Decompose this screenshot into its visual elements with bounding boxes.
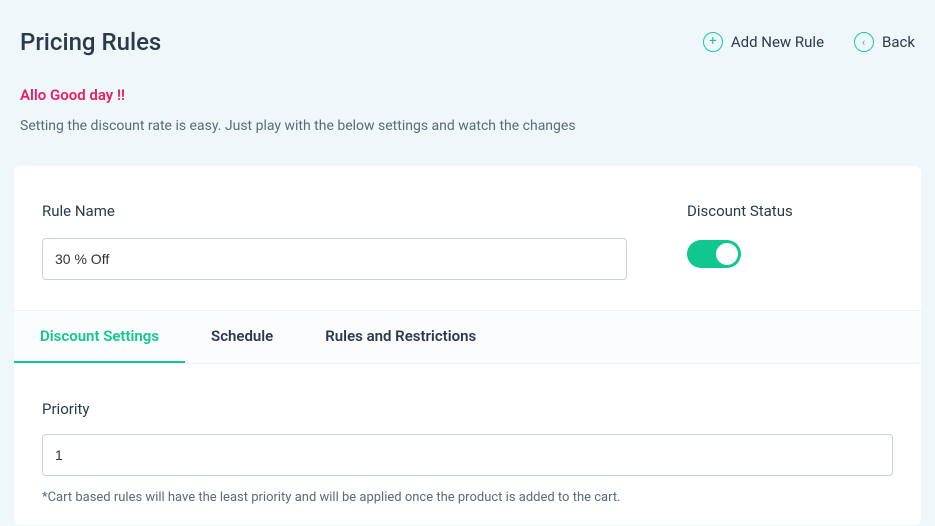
header-actions: + Add New Rule ‹ Back [703,32,915,52]
intro-subtext: Setting the discount rate is easy. Just … [0,104,935,134]
priority-label: Priority [42,400,893,418]
tabs: Discount Settings Schedule Rules and Res… [14,310,921,364]
tab-schedule[interactable]: Schedule [185,311,299,363]
discount-status-toggle[interactable] [687,240,741,268]
add-new-rule-button[interactable]: + Add New Rule [703,32,824,52]
plus-circle-icon: + [703,32,723,52]
back-label: Back [882,33,915,51]
toggle-knob [716,243,738,265]
greeting-text: Allo Good day !! [0,56,935,104]
priority-hint: *Cart based rules will have the least pr… [42,490,893,505]
rule-name-group: Rule Name [42,202,627,280]
back-button[interactable]: ‹ Back [854,32,915,52]
tab-rules-restrictions[interactable]: Rules and Restrictions [299,311,502,363]
tab-discount-settings[interactable]: Discount Settings [14,311,185,363]
tab-body: Priority *Cart based rules will have the… [14,364,921,525]
discount-status-group: Discount Status [687,202,893,280]
discount-status-label: Discount Status [687,202,893,220]
chevron-left-icon: ‹ [854,32,874,52]
add-new-rule-label: Add New Rule [731,33,824,51]
page-title: Pricing Rules [20,28,161,56]
rule-card: Rule Name Discount Status Discount Setti… [14,166,921,525]
rule-name-input[interactable] [42,238,627,280]
rule-name-label: Rule Name [42,202,627,220]
priority-input[interactable] [42,434,893,476]
